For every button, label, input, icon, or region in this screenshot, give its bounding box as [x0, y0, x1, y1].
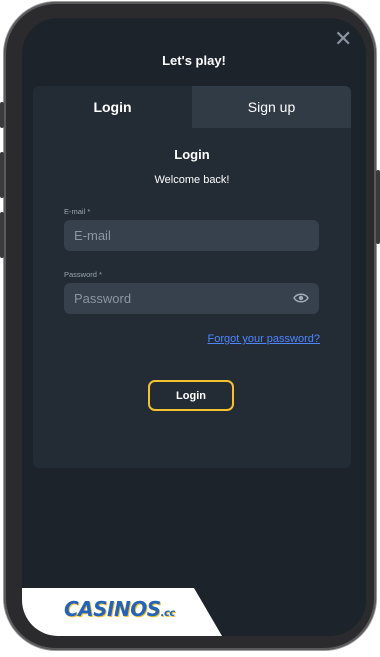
screen: ✕ Let's play! Login Sign up Login Welcom…: [22, 18, 366, 636]
casinos-logo: CASINOS.cc: [64, 597, 175, 621]
auth-card: Login Sign up Login Welcome back! E-mail…: [33, 86, 351, 468]
email-field-wrapper: [64, 220, 319, 251]
password-label: Password *: [64, 270, 102, 279]
close-icon[interactable]: ✕: [334, 28, 352, 50]
modal-title: Let's play!: [162, 53, 226, 68]
tab-login[interactable]: Login: [33, 86, 192, 128]
email-field[interactable]: [74, 228, 309, 243]
tab-sign-up[interactable]: Sign up: [192, 86, 351, 128]
form-subtitle: Welcome back!: [154, 174, 230, 186]
auth-tabs: Login Sign up: [33, 86, 351, 128]
login-button[interactable]: Login: [148, 380, 234, 411]
phone-power-button: [376, 170, 380, 244]
phone-volume-down-button: [0, 212, 4, 258]
logo-suffix: .cc: [160, 608, 176, 619]
logo-text: CASINOS: [64, 597, 161, 621]
password-field[interactable]: [74, 291, 309, 306]
email-label: E-mail *: [64, 207, 91, 216]
phone-frame: ✕ Let's play! Login Sign up Login Welcom…: [0, 2, 380, 650]
forgot-password-link[interactable]: Forgot your password?: [208, 333, 321, 345]
phone-volume-up-button: [0, 152, 4, 198]
eye-icon[interactable]: [293, 292, 309, 304]
password-field-wrapper: [64, 283, 319, 314]
form-title: Login: [174, 147, 210, 162]
logo-banner: CASINOS.cc: [22, 588, 222, 636]
phone-side-button: [0, 102, 4, 128]
